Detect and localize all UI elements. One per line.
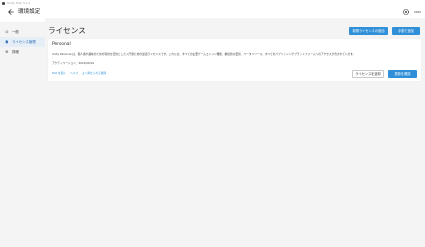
- sidebar-item-label: ライセンス管理: [12, 40, 36, 44]
- link-separator: ·: [79, 71, 81, 75]
- sidebar: 一般 ライセンス管理 詳細: [0, 22, 45, 247]
- activation-date: アクティベーション：2021/06/19: [52, 61, 95, 65]
- gear-icon[interactable]: [402, 8, 410, 16]
- sidebar-item-label: 一般: [12, 30, 19, 34]
- license-links: FAQ を開く · ヘルプ · よく寄せられる質問: [52, 71, 106, 75]
- license-description: Unity Personal は、個人番や趣味のための利用を目的とした入門者ため…: [52, 52, 356, 56]
- sidebar-item-license[interactable]: ライセンス管理: [0, 37, 45, 47]
- sidebar-item-general[interactable]: 一般: [0, 27, 45, 37]
- list-icon: [5, 50, 9, 54]
- add-license-button[interactable]: 新規ライセンスの追加: [349, 27, 388, 35]
- help-link[interactable]: ヘルプ: [70, 71, 78, 75]
- back-arrow-icon[interactable]: [7, 8, 15, 16]
- license-name: Personal: [52, 42, 71, 47]
- questions-link[interactable]: よく寄せられる質問: [82, 71, 106, 75]
- return-license-button[interactable]: ライセンスを返却: [352, 70, 384, 78]
- user-name[interactable]: ssss: [414, 9, 421, 15]
- refresh-license-button[interactable]: 更新を確認: [388, 70, 417, 78]
- app-icon: [2, 1, 5, 5]
- faq-link[interactable]: FAQ を開く: [52, 71, 66, 75]
- link-separator: ·: [67, 71, 69, 75]
- sidebar-item-label: 詳細: [12, 50, 19, 54]
- section-title: ライセンス: [48, 26, 86, 35]
- gear-icon: [5, 30, 9, 34]
- manual-activation-button[interactable]: 手動で追加: [392, 27, 420, 35]
- document-icon: [5, 40, 8, 44]
- app-bar: 環境設定 ssss: [0, 6, 425, 18]
- page-title: 環境設定: [18, 9, 41, 15]
- sidebar-item-advanced[interactable]: 詳細: [0, 47, 45, 57]
